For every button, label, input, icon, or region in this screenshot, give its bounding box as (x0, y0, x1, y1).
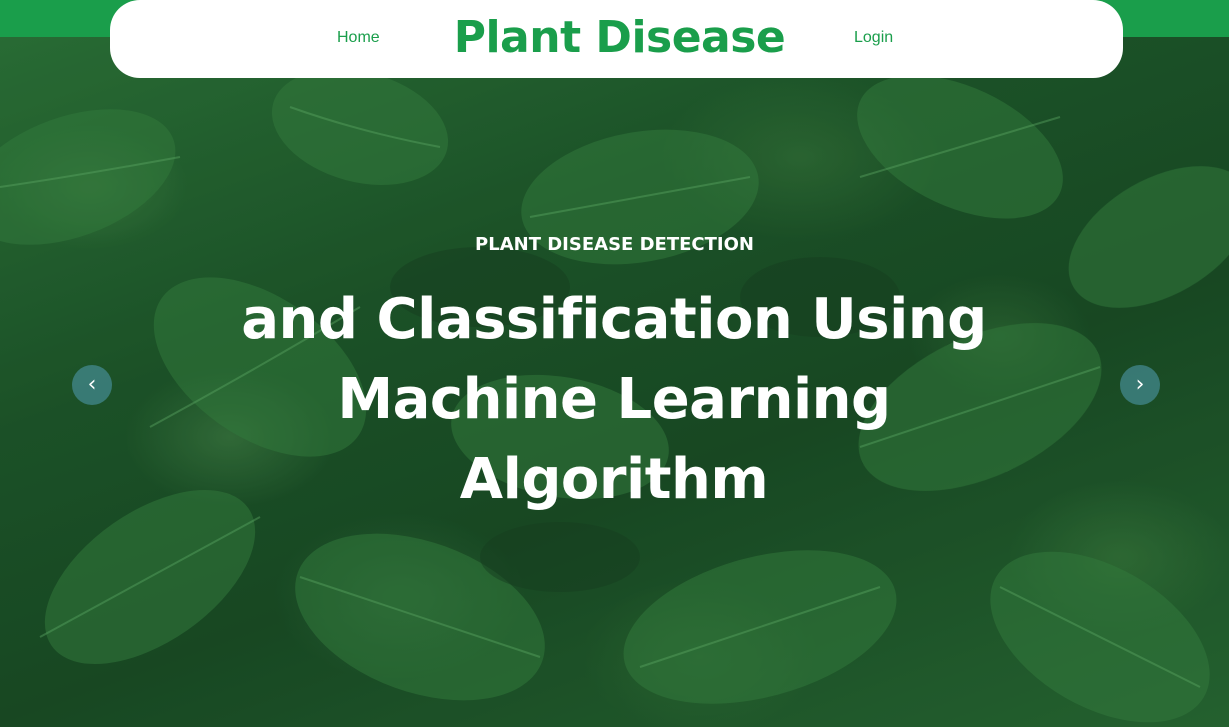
brand-title[interactable]: Plant Disease (442, 10, 797, 66)
page: Home Plant Disease Login PLANT DISEASE D… (0, 0, 1229, 727)
navbar: Home Plant Disease Login (110, 0, 1123, 78)
nav-link-login[interactable]: Login (854, 29, 893, 47)
carousel-prev-button[interactable]: ‹ (72, 365, 112, 405)
carousel-next-button[interactable]: › (1120, 365, 1160, 405)
chevron-left-icon: ‹ (87, 372, 97, 397)
chevron-right-icon: › (1135, 372, 1145, 397)
hero-subtitle: PLANT DISEASE DETECTION (475, 234, 754, 255)
nav-link-home[interactable]: Home (337, 29, 380, 47)
hero-headline: and Classification Using Machine Learnin… (241, 287, 987, 512)
